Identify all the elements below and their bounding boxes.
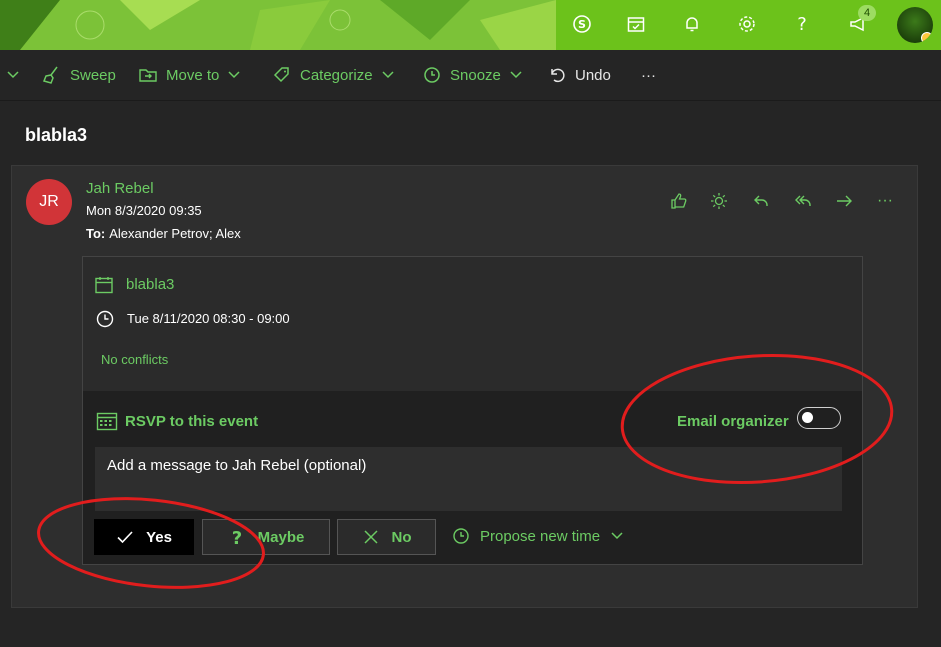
sent-date: Mon 8/3/2020 09:35 bbox=[86, 203, 202, 218]
toggle-knob bbox=[802, 412, 813, 423]
chevron-down-icon bbox=[7, 71, 19, 79]
folder-move-icon bbox=[139, 69, 157, 82]
categorize-button[interactable]: Categorize bbox=[272, 50, 395, 100]
calendar-icon bbox=[95, 277, 113, 294]
email-organizer-label: Email organizer bbox=[677, 413, 789, 430]
rsvp-maybe-button[interactable]: ? Maybe bbox=[202, 519, 330, 555]
rsvp-title: RSVP to this event bbox=[125, 413, 259, 430]
chevron-down-icon bbox=[510, 71, 522, 79]
skype-icon[interactable]: S bbox=[569, 11, 595, 37]
no-label: No bbox=[391, 528, 412, 546]
maybe-label: Maybe bbox=[257, 528, 305, 546]
to-label: To: bbox=[86, 226, 106, 241]
svg-text:?: ? bbox=[231, 528, 241, 546]
tag-icon bbox=[273, 67, 289, 83]
notification-badge: 4 bbox=[858, 5, 876, 21]
help-icon[interactable]: ? bbox=[789, 11, 815, 37]
expand-chevron-button[interactable] bbox=[6, 50, 20, 100]
reply-button[interactable] bbox=[750, 190, 772, 212]
sender-name[interactable]: Jah Rebel bbox=[86, 180, 154, 197]
status-dot bbox=[921, 32, 933, 43]
reply-icon bbox=[754, 195, 768, 206]
calendar-check-icon[interactable] bbox=[623, 11, 649, 37]
clock-icon bbox=[453, 528, 469, 544]
gear-icon[interactable] bbox=[734, 11, 760, 37]
bell-icon[interactable] bbox=[679, 11, 705, 37]
like-button[interactable] bbox=[668, 190, 690, 212]
chevron-down-icon bbox=[611, 532, 623, 540]
clock-icon bbox=[424, 67, 440, 83]
conflicts-status[interactable]: No conflicts bbox=[101, 352, 168, 367]
thumbs-up-icon bbox=[671, 193, 687, 209]
page-title: blabla3 bbox=[25, 125, 88, 145]
app-header: S ? 4 bbox=[0, 0, 941, 50]
theme-button[interactable] bbox=[708, 190, 730, 212]
sweep-button[interactable]: Sweep bbox=[42, 50, 116, 100]
checkmark-icon bbox=[117, 531, 133, 544]
move-to-button[interactable]: Move to bbox=[138, 50, 241, 100]
command-toolbar: Sweep Move to Categorize Snooze Undo ··· bbox=[0, 50, 941, 101]
more-actions-button[interactable]: ··· bbox=[641, 50, 656, 100]
event-title[interactable]: blabla3 bbox=[126, 276, 174, 293]
svg-text:?: ? bbox=[797, 14, 807, 34]
sun-icon bbox=[711, 193, 727, 209]
undo-button[interactable]: Undo bbox=[547, 50, 611, 100]
snooze-button[interactable]: Snooze bbox=[422, 50, 523, 100]
sweep-label: Sweep bbox=[70, 66, 116, 84]
snooze-label: Snooze bbox=[450, 66, 501, 84]
chevron-down-icon bbox=[382, 71, 394, 79]
rsvp-no-button[interactable]: No bbox=[337, 519, 436, 555]
rsvp-yes-button[interactable]: Yes bbox=[94, 519, 194, 555]
forward-button[interactable] bbox=[833, 190, 855, 212]
broom-icon bbox=[42, 66, 58, 84]
svg-text:S: S bbox=[578, 18, 586, 31]
event-time: Tue 8/11/2020 08:30 - 09:00 bbox=[127, 311, 290, 326]
move-to-label: Move to bbox=[166, 66, 220, 84]
chevron-down-icon bbox=[228, 71, 240, 79]
categorize-label: Categorize bbox=[300, 66, 373, 84]
recipients-line: To: Alexander Petrov; Alex bbox=[86, 226, 241, 241]
close-icon bbox=[363, 530, 378, 544]
propose-new-time-button[interactable]: Propose new time bbox=[452, 527, 624, 545]
clock-icon bbox=[96, 310, 114, 328]
message-more-button[interactable]: ··· bbox=[874, 190, 896, 212]
email-organizer-toggle[interactable] bbox=[797, 407, 841, 429]
more-label: ··· bbox=[641, 66, 656, 84]
recipients[interactable]: Alexander Petrov; Alex bbox=[109, 226, 241, 241]
forward-arrow-icon bbox=[837, 195, 852, 207]
reply-all-button[interactable] bbox=[792, 190, 814, 212]
undo-icon bbox=[551, 68, 565, 83]
profile-avatar[interactable] bbox=[897, 7, 933, 43]
sender-avatar[interactable]: JR bbox=[26, 179, 72, 225]
question-icon: ? bbox=[231, 528, 241, 546]
rsvp-message-input[interactable]: Add a message to Jah Rebel (optional) bbox=[95, 447, 842, 511]
calendar-grid-icon bbox=[96, 412, 118, 431]
propose-label: Propose new time bbox=[480, 527, 601, 545]
yes-label: Yes bbox=[146, 528, 172, 546]
header-background-art bbox=[0, 0, 556, 50]
undo-label: Undo bbox=[575, 66, 611, 84]
reply-all-icon bbox=[795, 195, 811, 206]
